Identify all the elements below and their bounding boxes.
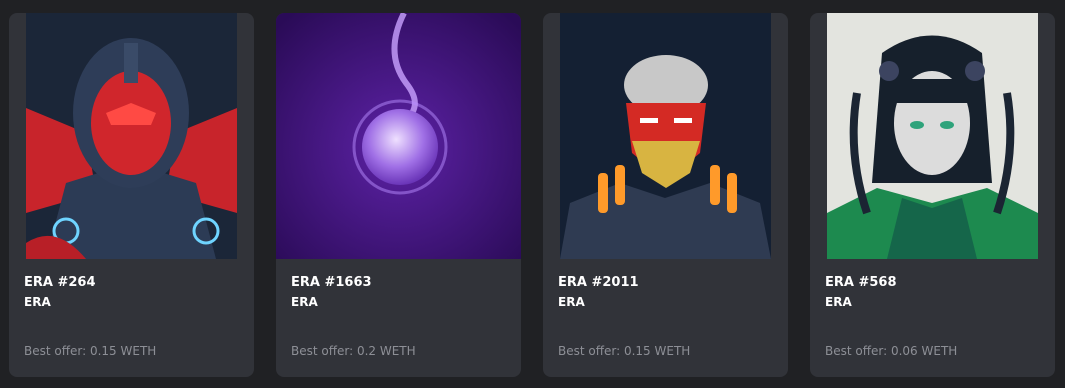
nft-title[interactable]: ERA #264 <box>24 275 96 290</box>
nft-title[interactable]: ERA #1663 <box>291 275 372 290</box>
nft-image[interactable] <box>276 13 521 259</box>
nft-title[interactable]: ERA #568 <box>825 275 897 290</box>
nft-collection[interactable]: ERA <box>291 295 318 309</box>
nft-card-grid: ERA #264 ERA Best offer: 0.15 WETH ERA #… <box>0 0 1065 388</box>
red-helmet-cyborg-artwork <box>26 13 237 259</box>
nft-collection[interactable]: ERA <box>24 295 51 309</box>
nft-image[interactable] <box>560 13 771 259</box>
purple-orb-artwork <box>276 13 521 259</box>
pale-cyber-girl-artwork <box>827 13 1038 259</box>
nft-card[interactable]: ERA #264 ERA Best offer: 0.15 WETH <box>9 13 254 377</box>
nft-collection[interactable]: ERA <box>558 295 585 309</box>
nft-image[interactable] <box>827 13 1038 259</box>
nft-card[interactable]: ERA #2011 ERA Best offer: 0.15 WETH <box>543 13 788 377</box>
nft-card[interactable]: ERA #1663 ERA Best offer: 0.2 WETH <box>276 13 521 377</box>
nft-collection[interactable]: ERA <box>825 295 852 309</box>
best-offer: Best offer: 0.2 WETH <box>291 344 416 358</box>
best-offer: Best offer: 0.15 WETH <box>24 344 157 358</box>
nft-image[interactable] <box>26 13 237 259</box>
nft-title[interactable]: ERA #2011 <box>558 275 639 290</box>
best-offer: Best offer: 0.06 WETH <box>825 344 958 358</box>
best-offer: Best offer: 0.15 WETH <box>558 344 691 358</box>
nft-card[interactable]: ERA #568 ERA Best offer: 0.06 WETH <box>810 13 1055 377</box>
oni-mask-warrior-artwork <box>560 13 771 259</box>
